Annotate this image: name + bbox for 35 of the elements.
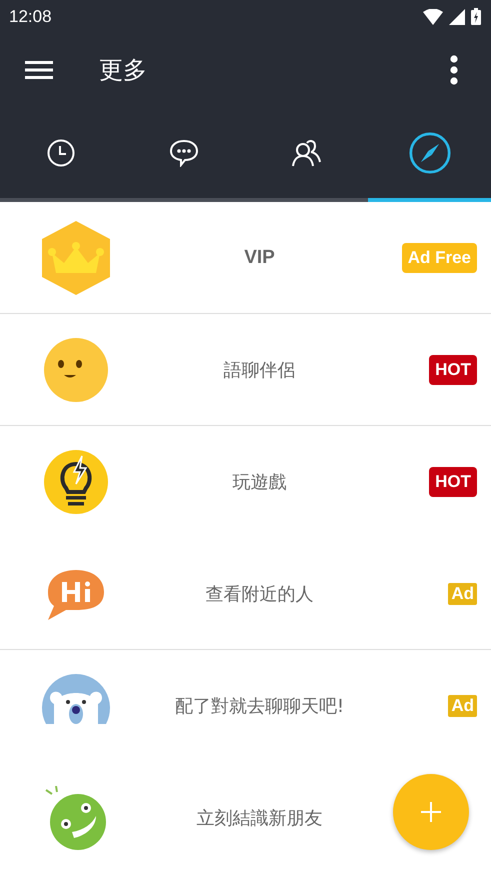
people-icon (292, 138, 322, 166)
row-label: 立刻結識新朋友 (196, 806, 324, 830)
row-label: 查看附近的人 (204, 582, 314, 606)
status-time: 12:08 (9, 6, 52, 26)
row-label: 語聊伴侶 (222, 358, 296, 382)
menu-row[interactable]: 玩遊戲 HOT (0, 426, 491, 538)
menu-row[interactable]: 配了對就去聊聊天吧! Ad (0, 650, 491, 762)
signal-icon (449, 8, 465, 24)
menu-icon[interactable] (25, 60, 53, 80)
lightbulb-icon (44, 450, 108, 514)
plus-icon (421, 802, 441, 822)
clock-icon (47, 138, 76, 166)
menu-row[interactable]: VIP Ad Free (0, 202, 491, 314)
tag-badge: HOT (429, 354, 477, 384)
hi-speech-bubble-icon (46, 568, 106, 620)
row-label: 玩遊戲 (232, 470, 288, 494)
battery-icon (471, 8, 481, 25)
row-label: VIP (243, 246, 276, 268)
tag-badge: Ad (448, 582, 477, 604)
crown-icon (42, 220, 110, 294)
smiley-icon (44, 338, 108, 402)
tag-badge: Ad Free (402, 242, 477, 272)
menu-row[interactable]: 語聊伴侶 HOT (0, 314, 491, 426)
tag-badge: Ad (448, 694, 477, 716)
compass-icon (408, 132, 451, 174)
chat-bubble-icon (169, 138, 200, 166)
row-label: 配了對就去聊聊天吧! (174, 694, 346, 718)
more-options-icon[interactable] (449, 55, 459, 85)
menu-row[interactable]: 立刻結識新朋友 (0, 762, 491, 872)
wifi-icon (423, 8, 443, 24)
menu-row[interactable]: 查看附近的人 Ad (0, 538, 491, 650)
add-button[interactable] (393, 774, 469, 850)
tag-badge: HOT (429, 466, 477, 496)
grinning-face-icon (44, 786, 108, 850)
screen-title: 更多 (99, 55, 148, 86)
